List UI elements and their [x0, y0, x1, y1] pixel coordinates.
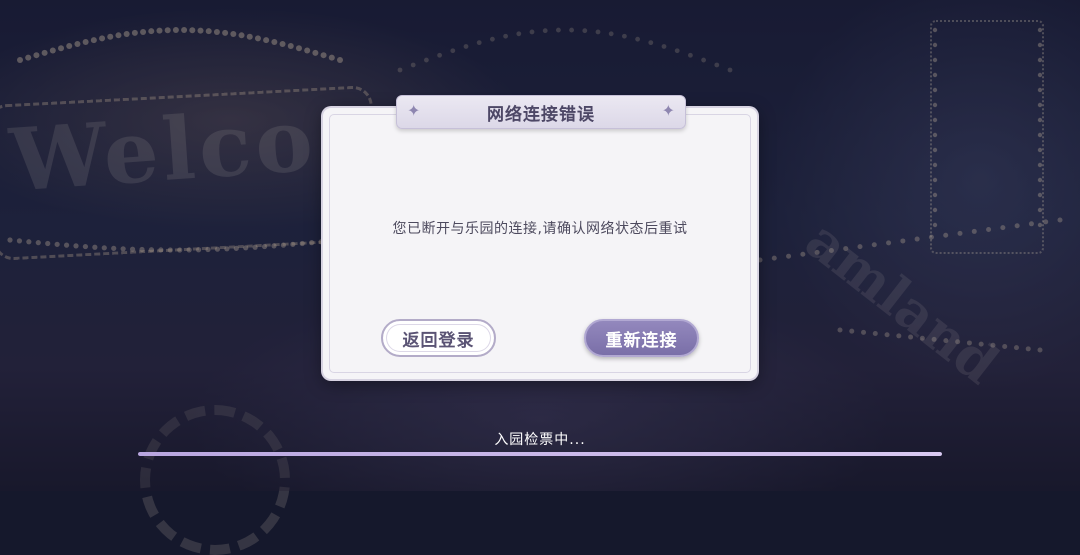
sparkle-icon: ✦ — [407, 101, 421, 120]
loading-status: 入园检票中... — [494, 432, 586, 448]
loading-progress-bar — [138, 452, 942, 456]
dialog-message: 您已断开与乐园的连接,请确认网络状态后重试 — [392, 221, 688, 237]
reconnect-button[interactable]: 重新连接 — [584, 319, 699, 357]
dialog-title: 网络连接错误 — [487, 104, 595, 125]
back-to-login-button[interactable]: 返回登录 — [381, 319, 496, 357]
loading-progress-fill — [138, 452, 942, 456]
dialog-title-plate: ✦ 网络连接错误 ✦ — [396, 95, 686, 129]
back-to-login-label: 返回登录 — [402, 330, 475, 351]
sparkle-icon: ✦ — [661, 101, 675, 120]
reconnect-label: 重新连接 — [605, 330, 678, 351]
